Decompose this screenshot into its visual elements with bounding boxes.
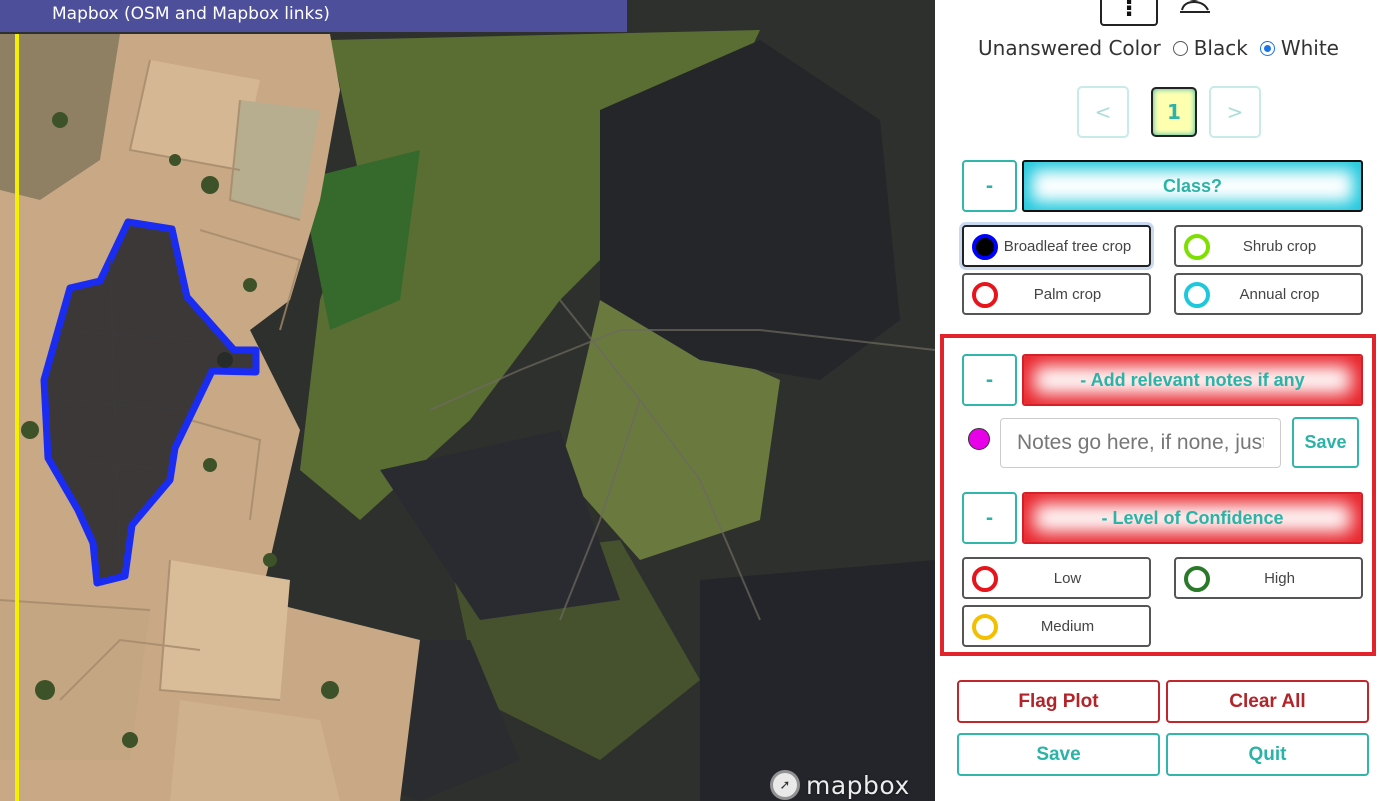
collapse-confidence-button[interactable]: - <box>962 492 1017 544</box>
collapse-class-button[interactable]: - <box>962 160 1017 212</box>
notes-question-button[interactable]: - Add relevant notes if any <box>1022 354 1363 406</box>
option-annual-crop[interactable]: Annual crop <box>1174 273 1363 315</box>
radio-black[interactable] <box>1172 40 1188 56</box>
map-source-title: Mapbox (OSM and Mapbox links) <box>0 0 627 32</box>
info-icon[interactable]: ⁝ <box>1100 0 1158 26</box>
radio-black-label[interactable]: Black <box>1194 36 1248 60</box>
option-broadleaf-tree-crop[interactable]: Broadleaf tree crop <box>962 225 1151 267</box>
radio-white[interactable] <box>1259 40 1275 56</box>
user-icon[interactable] <box>1174 0 1214 16</box>
class-question-button[interactable]: Class? <box>1022 160 1363 212</box>
next-plot-button[interactable]: > <box>1209 86 1261 138</box>
broadleaf-color-icon <box>972 234 998 260</box>
mapbox-logo-icon: ➚ <box>770 770 800 800</box>
option-low[interactable]: Low <box>962 557 1151 599</box>
current-plot-button[interactable]: 1 <box>1151 87 1197 137</box>
mapbox-attribution[interactable]: ➚ mapbox <box>770 767 910 801</box>
high-color-icon <box>1184 566 1210 592</box>
option-medium[interactable]: Medium <box>962 605 1151 647</box>
medium-color-icon <box>972 614 998 640</box>
info-icon-glyph: ⁝ <box>1124 0 1134 22</box>
quit-button[interactable]: Quit <box>1166 733 1369 776</box>
option-shrub-crop[interactable]: Shrub crop <box>1174 225 1363 267</box>
save-button[interactable]: Save <box>957 733 1160 776</box>
prev-plot-button[interactable]: < <box>1077 86 1129 138</box>
shrub-color-icon <box>1184 234 1210 260</box>
collapse-notes-button[interactable]: - <box>962 354 1017 406</box>
notes-marker-icon <box>968 428 990 450</box>
radio-white-label[interactable]: White <box>1281 36 1339 60</box>
question-panel: ⁝ Unanswered Color Black White < 1 > - C… <box>935 0 1379 801</box>
satellite-imagery[interactable] <box>0 0 935 801</box>
plot-edge-line <box>15 34 19 801</box>
toolbar-icons: ⁝ <box>1100 0 1214 26</box>
notes-save-button[interactable]: Save <box>1292 417 1359 468</box>
option-high[interactable]: High <box>1174 557 1363 599</box>
option-palm-crop[interactable]: Palm crop <box>962 273 1151 315</box>
clear-all-button[interactable]: Clear All <box>1166 680 1369 723</box>
unanswered-color-label: Unanswered Color <box>978 36 1161 60</box>
notes-input[interactable] <box>1000 418 1281 468</box>
flag-plot-button[interactable]: Flag Plot <box>957 680 1160 723</box>
confidence-question-button[interactable]: - Level of Confidence <box>1022 492 1363 544</box>
palm-color-icon <box>972 282 998 308</box>
annual-color-icon <box>1184 282 1210 308</box>
mapbox-logo-text: mapbox <box>806 770 910 800</box>
low-color-icon <box>972 566 998 592</box>
map-view[interactable]: Mapbox (OSM and Mapbox links) ➚ mapbox <box>0 0 935 801</box>
unanswered-color-setting: Unanswered Color Black White <box>978 36 1339 60</box>
